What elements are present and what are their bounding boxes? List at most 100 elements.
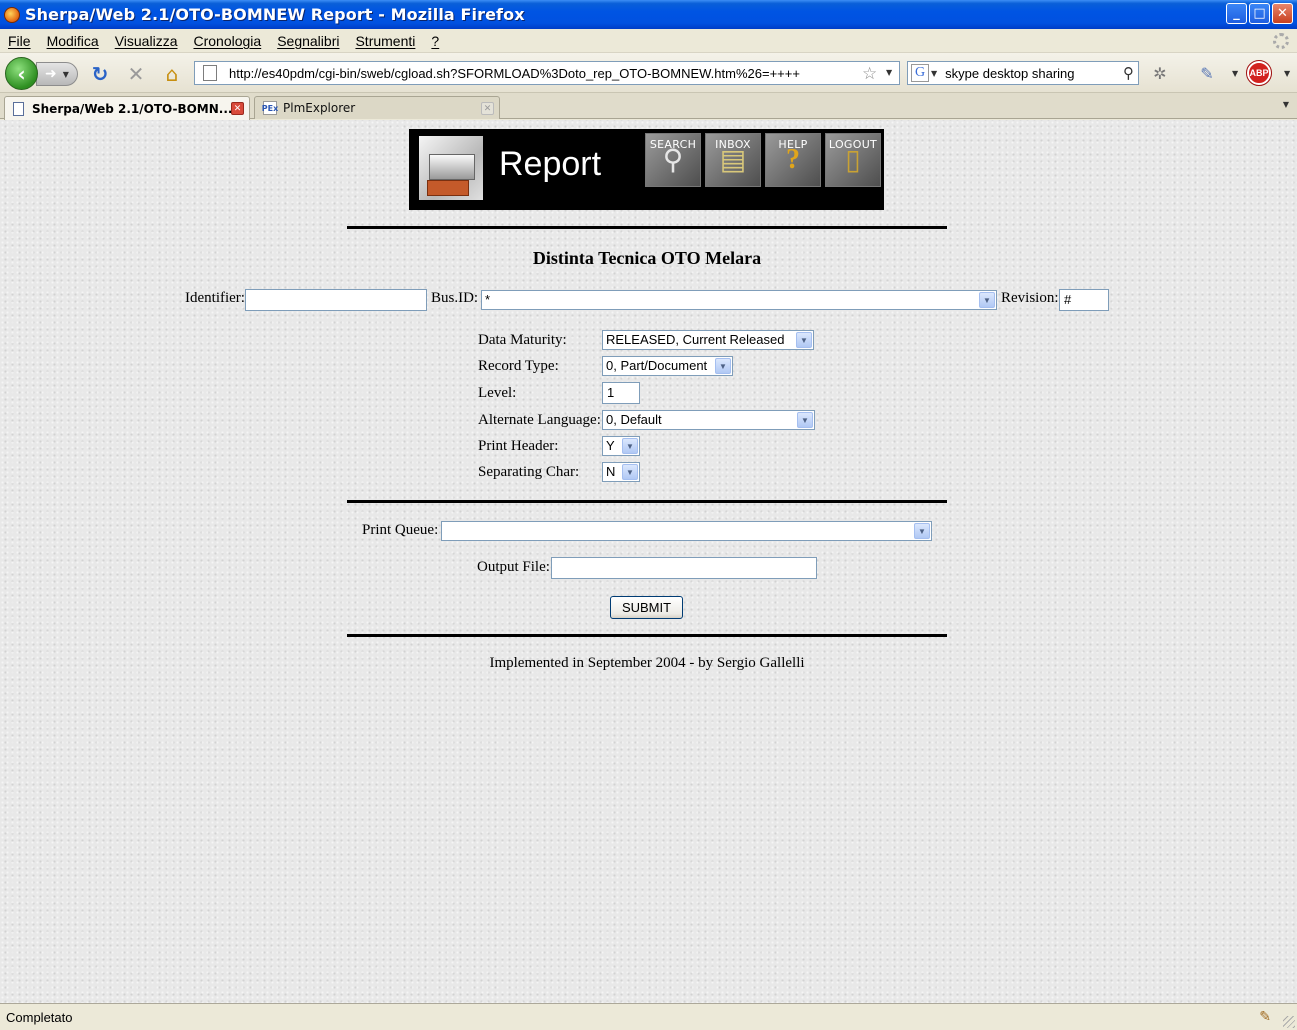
data-maturity-select[interactable]: RELEASED, Current Released ▼: [602, 330, 814, 350]
url-dropdown-icon[interactable]: ▼: [886, 68, 892, 77]
tab-sherpa-report[interactable]: Sherpa/Web 2.1/OTO-BOMN... ✕: [4, 96, 250, 120]
addon-notepad-icon[interactable]: ✎: [1196, 62, 1218, 84]
alternate-language-value: 0, Default: [606, 412, 662, 427]
record-type-label: Record Type:: [478, 358, 559, 374]
chevron-down-icon[interactable]: ▼: [796, 332, 812, 348]
engine-dropdown-icon[interactable]: ▼: [931, 69, 937, 78]
close-tab-icon[interactable]: ✕: [481, 102, 494, 115]
addon-dropdown-icon[interactable]: ▼: [1232, 69, 1238, 78]
menu-file[interactable]: File: [8, 33, 31, 49]
throbber-icon: [1273, 33, 1289, 49]
chevron-down-icon[interactable]: ▼: [797, 412, 813, 428]
print-queue-select[interactable]: ▼: [441, 521, 932, 541]
submit-button[interactable]: SUBMIT: [610, 596, 683, 619]
window-title: Sherpa/Web 2.1/OTO-BOMNEW Report - Mozil…: [25, 5, 525, 24]
stop-icon[interactable]: ✕: [124, 62, 148, 86]
menu-help[interactable]: ?: [431, 33, 439, 49]
addon-gear-icon[interactable]: ✲: [1149, 62, 1171, 84]
page-icon: [203, 65, 217, 81]
window-titlebar: Sherpa/Web 2.1/OTO-BOMNEW Report - Mozil…: [0, 0, 1297, 29]
status-bar: Completato ✎: [0, 1003, 1297, 1030]
print-header-select[interactable]: Y ▼: [602, 436, 640, 456]
forward-arrow-icon: ➜: [45, 66, 57, 82]
menu-segnalibri[interactable]: Segnalibri: [277, 33, 339, 49]
separating-char-label: Separating Char:: [478, 464, 580, 480]
separating-char-select[interactable]: N ▼: [602, 462, 640, 482]
level-label: Level:: [478, 385, 517, 401]
minimize-button[interactable]: _: [1226, 3, 1247, 24]
adblock-icon[interactable]: ABP: [1246, 60, 1272, 86]
inbox-nav-button[interactable]: ▤ INBOX: [704, 133, 762, 207]
history-dropdown-icon[interactable]: ▼: [63, 70, 69, 79]
adblock-dropdown-icon[interactable]: ▼: [1284, 69, 1290, 78]
logout-nav-label: LOGOUT: [828, 138, 878, 151]
plmexplorer-icon: PEx: [262, 101, 278, 115]
maximize-button[interactable]: □: [1249, 3, 1270, 24]
logout-nav-button[interactable]: ▯ LOGOUT: [824, 133, 882, 207]
revision-input[interactable]: #: [1059, 289, 1109, 311]
status-text: Completato: [6, 1009, 73, 1025]
menu-bar: File Modifica Visualizza Cronologia Segn…: [0, 29, 1297, 53]
status-addon-icon[interactable]: ✎: [1259, 1009, 1271, 1025]
report-banner: Report ⚲ SEARCH ▤ INBOX ? HELP ▯ LOGOUT: [409, 129, 884, 210]
page-title: Distinta Tecnica OTO Melara: [532, 248, 762, 268]
bookmark-star-icon[interactable]: ☆: [862, 64, 877, 84]
chevron-down-icon[interactable]: ▼: [914, 523, 930, 539]
menu-cronologia[interactable]: Cronologia: [193, 33, 261, 49]
back-arrow-icon: ‹: [17, 61, 26, 86]
menu-visualizza[interactable]: Visualizza: [115, 33, 178, 49]
search-icon[interactable]: ⚲: [1123, 64, 1134, 82]
divider: [347, 226, 947, 229]
record-type-select[interactable]: 0, Part/Document ▼: [602, 356, 733, 376]
level-input[interactable]: 1: [602, 382, 640, 404]
alternate-language-select[interactable]: 0, Default ▼: [602, 410, 815, 430]
page-icon: [13, 101, 24, 116]
busid-label: Bus.ID:: [431, 290, 479, 306]
chevron-down-icon[interactable]: ▼: [715, 358, 731, 374]
back-button[interactable]: ‹: [5, 57, 38, 90]
menu-modifica[interactable]: Modifica: [47, 33, 99, 49]
menu-strumenti[interactable]: Strumenti: [355, 33, 415, 49]
inbox-nav-label: INBOX: [715, 138, 751, 151]
close-tab-icon[interactable]: ✕: [231, 102, 244, 115]
busid-select[interactable]: * ▼: [481, 290, 997, 310]
help-nav-button[interactable]: ? HELP: [764, 133, 822, 207]
revision-label: Revision:: [1001, 290, 1059, 306]
printer-image: [419, 136, 483, 200]
tab-list-dropdown-icon[interactable]: ▼: [1283, 100, 1289, 109]
data-maturity-value: RELEASED, Current Released: [606, 332, 785, 347]
url-bar[interactable]: http://es40pdm/cgi-bin/sweb/cgload.sh?SF…: [194, 61, 900, 85]
forward-button[interactable]: ➜ ▼: [36, 62, 78, 86]
divider: [347, 634, 947, 637]
google-engine-icon[interactable]: G: [911, 64, 929, 82]
chevron-down-icon[interactable]: ▼: [622, 464, 638, 480]
tab-label: PlmExplorer: [283, 101, 356, 115]
tab-plmexplorer[interactable]: PEx PlmExplorer ✕: [254, 96, 500, 119]
implementation-note: Implemented in September 2004 - by Sergi…: [489, 655, 805, 671]
home-icon[interactable]: ⌂: [160, 62, 184, 86]
divider: [347, 500, 947, 503]
search-nav-label: SEARCH: [649, 138, 697, 151]
print-header-label: Print Header:: [478, 438, 559, 454]
search-nav-button[interactable]: ⚲ SEARCH: [644, 133, 702, 207]
search-input[interactable]: skype desktop sharing: [945, 66, 1074, 81]
resize-grip[interactable]: [1283, 1016, 1295, 1028]
separating-char-value: N: [606, 464, 616, 479]
chevron-down-icon[interactable]: ▼: [622, 438, 638, 454]
tab-label: Sherpa/Web 2.1/OTO-BOMN...: [32, 101, 233, 116]
identifier-label: Identifier:: [185, 290, 245, 306]
data-maturity-label: Data Maturity:: [478, 332, 567, 348]
search-bar[interactable]: G ▼ skype desktop sharing ⚲: [907, 61, 1139, 85]
page-content: Report ⚲ SEARCH ▤ INBOX ? HELP ▯ LOGOUT …: [0, 120, 1297, 1003]
url-text[interactable]: http://es40pdm/cgi-bin/sweb/cgload.sh?SF…: [229, 66, 800, 81]
close-window-button[interactable]: ✕: [1272, 3, 1293, 24]
print-header-value: Y: [606, 438, 615, 453]
identifier-input[interactable]: [245, 289, 427, 311]
alternate-language-label: Alternate Language:: [478, 412, 601, 428]
output-file-input[interactable]: [551, 557, 817, 579]
reload-icon[interactable]: ↻: [88, 62, 112, 86]
help-nav-label: HELP: [778, 138, 808, 151]
tab-strip: Sherpa/Web 2.1/OTO-BOMN... ✕ PEx PlmExpl…: [0, 93, 1297, 120]
print-queue-label: Print Queue:: [362, 522, 439, 538]
chevron-down-icon[interactable]: ▼: [979, 292, 995, 308]
